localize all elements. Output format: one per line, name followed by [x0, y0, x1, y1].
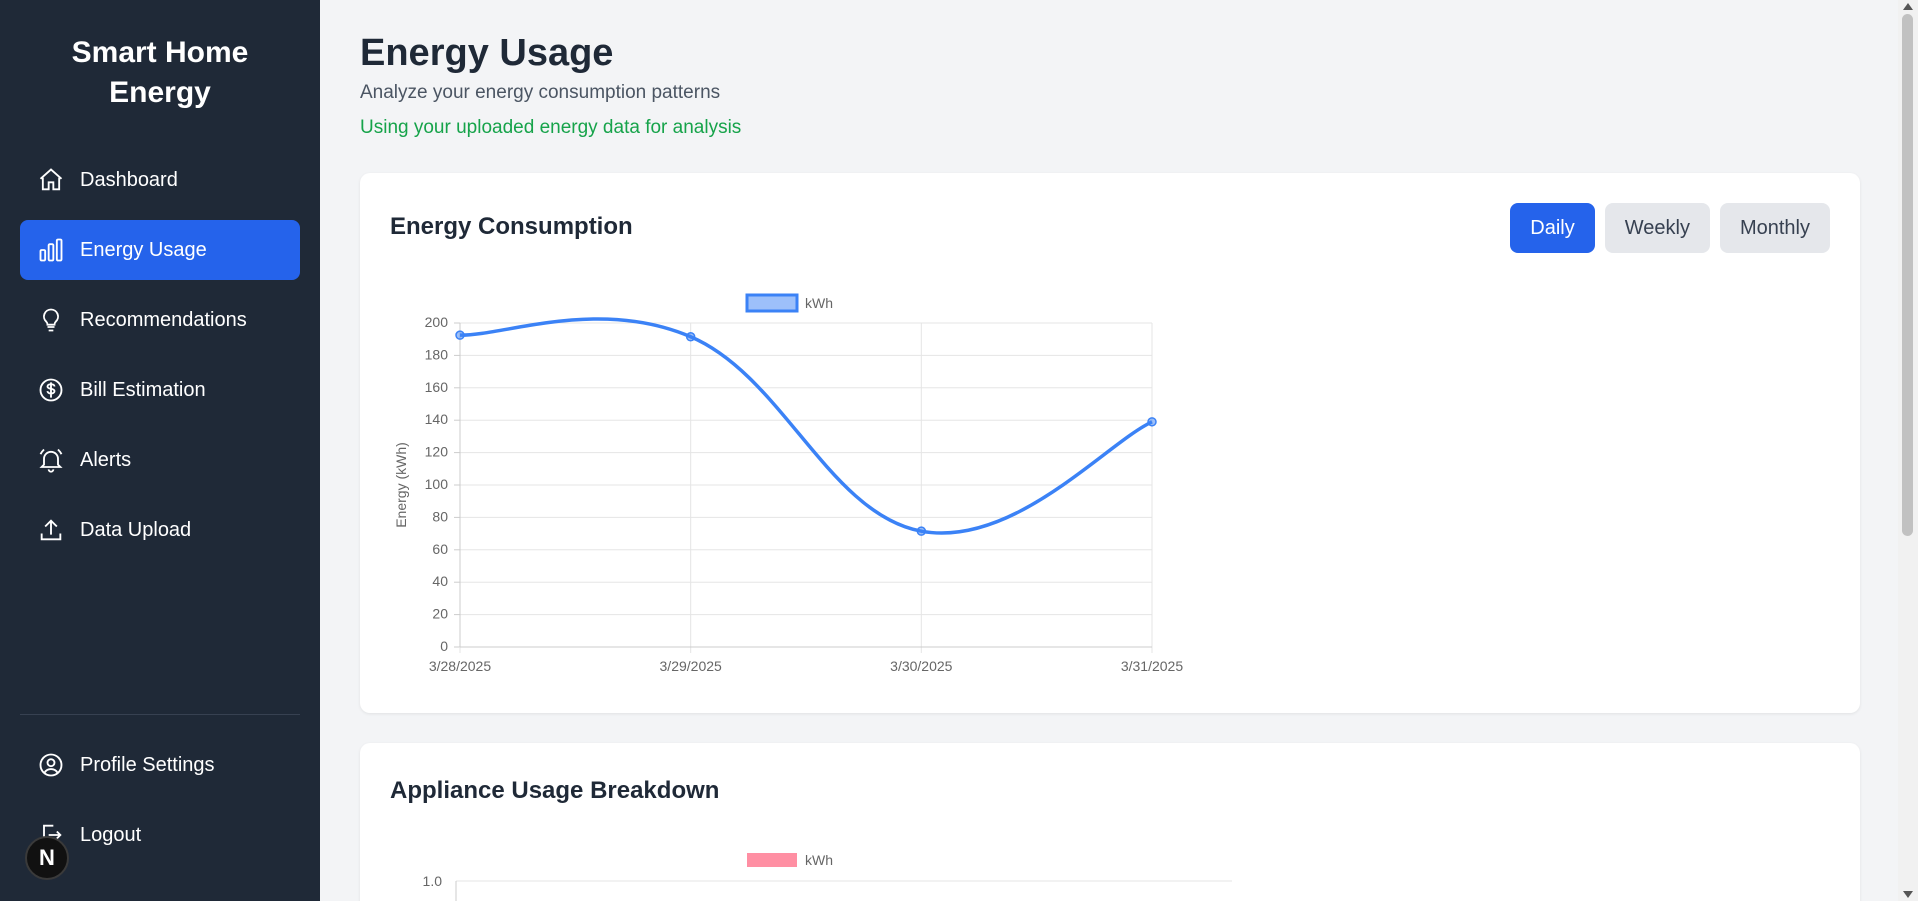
upload-icon [36, 515, 66, 545]
y-tick-label: 160 [425, 379, 449, 395]
x-tick-label: 3/28/2025 [429, 658, 491, 674]
brand-line-2: Energy [109, 76, 211, 109]
scroll-thumb[interactable] [1902, 14, 1913, 536]
y-tick-label: 120 [425, 444, 449, 460]
y-tick-label: 200 [425, 314, 449, 330]
user-circle-icon [36, 750, 66, 780]
y-axis-label: Energy (kWh) [393, 442, 409, 528]
y-tick-label: 40 [432, 573, 448, 589]
x-tick-label: 3/30/2025 [890, 658, 952, 674]
data-line-series [459, 317, 1153, 535]
legend-swatch [745, 293, 799, 313]
sidebar-item-data-upload[interactable]: Data Upload [20, 500, 300, 560]
y-tick-label: 180 [425, 346, 449, 362]
appliance-usage-card: Appliance Usage Breakdown kWh 1.0 [360, 743, 1860, 901]
sidebar-item-label: Bill Estimation [80, 378, 206, 401]
page-subtitle: Analyze your energy consumption patterns [360, 82, 721, 103]
sidebar-item-label: Logout [80, 823, 142, 846]
sidebar-item-label: Energy Usage [80, 238, 207, 261]
sidebar-item-energy-usage[interactable]: Energy Usage [20, 220, 300, 280]
x-tick-label: 3/29/2025 [660, 658, 722, 674]
sidebar-nav: Dashboard Energy Usage Recommendations B… [0, 150, 320, 560]
main-content: Energy Usage Analyze your energy consump… [320, 0, 1898, 901]
y-tick-label: 1.0 [423, 873, 443, 889]
sidebar-item-bill-estimation[interactable]: Bill Estimation [20, 360, 300, 420]
dollar-circle-icon [36, 375, 66, 405]
y-tick-label: 140 [425, 411, 449, 427]
sidebar-item-label: Profile Settings [80, 753, 215, 776]
sidebar-item-dashboard[interactable]: Dashboard [20, 150, 300, 210]
sidebar-item-recommendations[interactable]: Recommendations [20, 290, 300, 350]
legend-label: kWh [805, 852, 833, 868]
y-tick-label: 20 [432, 606, 448, 622]
legend-label: kWh [805, 295, 833, 311]
scroll-down-arrow-icon[interactable] [1903, 891, 1913, 898]
data-point [916, 526, 927, 536]
legend-swatch [747, 853, 797, 867]
lightbulb-icon [36, 305, 66, 335]
scroll-up-arrow-icon[interactable] [1903, 3, 1913, 10]
y-tick-label: 0 [440, 638, 448, 654]
y-tick-label: 60 [432, 541, 448, 557]
energy-line-chart: 0 20 40 60 80 100 120 140 160 180 200 3/28/2025 3/29… [393, 293, 1183, 674]
energy-consumption-card: Energy Consumption Daily Weekly Monthly … [360, 173, 1860, 713]
sidebar-item-label: Data Upload [80, 518, 192, 541]
y-tick-label: 100 [425, 476, 449, 492]
data-point [685, 332, 696, 342]
data-point [1147, 417, 1157, 427]
sidebar-item-label: Recommendations [80, 308, 247, 331]
sidebar-divider [20, 714, 300, 715]
sidebar-item-alerts[interactable]: Alerts [20, 430, 300, 490]
bell-icon [36, 445, 66, 475]
y-tick-label: 80 [432, 508, 448, 524]
page-title: Energy Usage [360, 32, 614, 74]
sidebar: Smart Home Energy Dashboard Energy Usage… [0, 0, 320, 901]
appliance-bar-chart: kWh 1.0 [423, 852, 1232, 901]
brand-line-1: Smart Home [71, 36, 249, 69]
x-tick-label: 3/31/2025 [1121, 658, 1183, 674]
brand-logo-text: Smart Home Energy [0, 0, 320, 150]
dev-tools-badge[interactable]: N [25, 836, 69, 880]
data-point [455, 330, 465, 340]
home-icon [36, 165, 66, 195]
sidebar-item-label: Alerts [80, 448, 132, 471]
bar-chart-icon [36, 235, 66, 265]
sidebar-item-profile-settings[interactable]: Profile Settings [20, 735, 300, 795]
page-scrollbar[interactable] [1898, 0, 1918, 901]
data-source-note: Using your uploaded energy data for anal… [360, 117, 742, 138]
sidebar-item-label: Dashboard [80, 168, 178, 191]
